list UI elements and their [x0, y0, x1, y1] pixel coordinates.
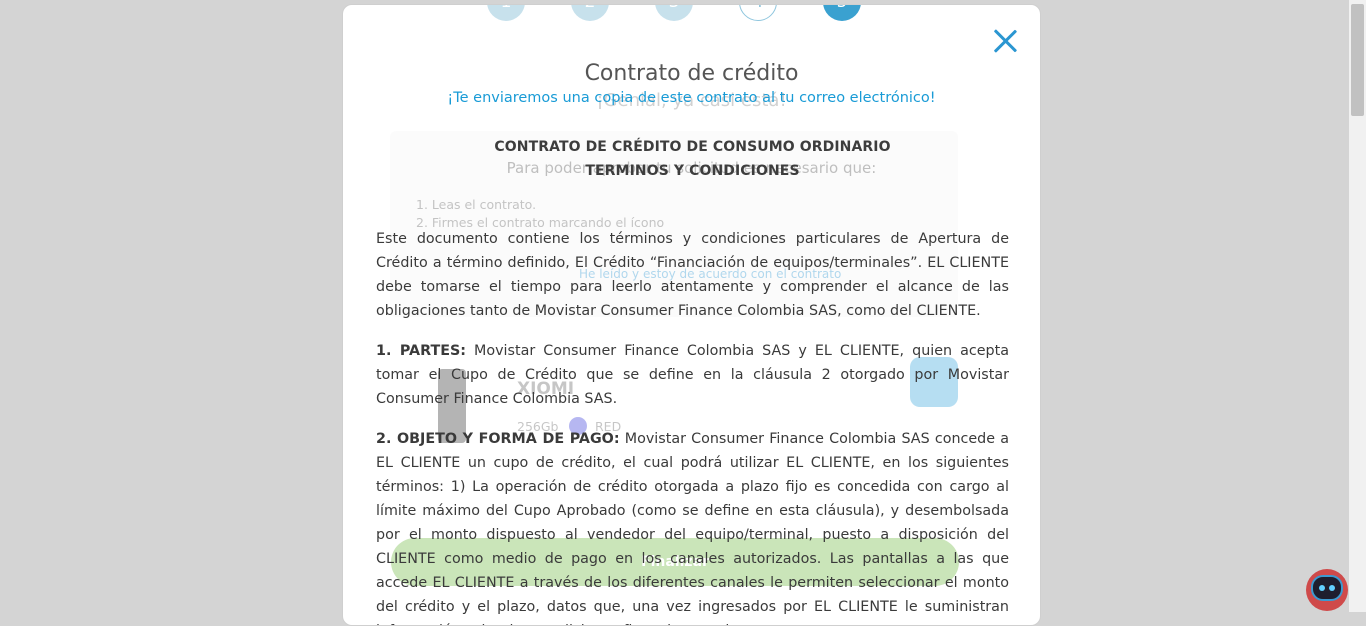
modal-subtitle: ¡Te enviaremos una copia de este contrat… — [447, 90, 936, 106]
step-1: 1 — [487, 5, 525, 21]
step-2: 2 — [571, 5, 609, 21]
robot-eye — [1319, 585, 1325, 591]
clause-label: 1. PARTES: — [376, 343, 466, 359]
modal-title: Contrato de crédito — [584, 61, 799, 86]
contract-subtitle: TERMINOS Y CONDICIONES — [585, 163, 800, 179]
chatbot-icon[interactable] — [1306, 569, 1348, 611]
clause-label: 2. OBJETO Y FORMA DE PAGO: — [376, 431, 620, 447]
contract-clause-1: 1. PARTES: Movistar Consumer Finance Col… — [376, 339, 1009, 411]
contract-modal: 1 2 3 4 5 ¡Genial, ya casi está! Para po… — [342, 4, 1041, 626]
stepper: 1 2 3 4 5 — [487, 5, 867, 37]
contract-clause-2: 2. OBJETO Y FORMA DE PAGO: Movistar Cons… — [376, 427, 1009, 625]
step-4: 4 — [739, 5, 777, 21]
scrollbar-thumb[interactable] — [1351, 4, 1364, 116]
step-3: 3 — [655, 5, 693, 21]
step-5: 5 — [823, 5, 861, 21]
clause-text: Movistar Consumer Finance Colombia SAS y… — [376, 343, 1009, 407]
page-scrollbar[interactable] — [1349, 0, 1366, 612]
clause-text: Movistar Consumer Finance Colombia SAS c… — [376, 431, 1009, 625]
robot-eye — [1329, 585, 1335, 591]
contract-paragraph: Este documento contiene los términos y c… — [376, 231, 1009, 319]
contract-text: CONTRATO DE CRÉDITO DE CONSUMO ORDINARIO… — [376, 135, 1009, 625]
robot-face-icon — [1311, 575, 1343, 601]
close-icon[interactable] — [993, 29, 1017, 53]
contract-title: CONTRATO DE CRÉDITO DE CONSUMO ORDINARIO — [494, 139, 891, 155]
